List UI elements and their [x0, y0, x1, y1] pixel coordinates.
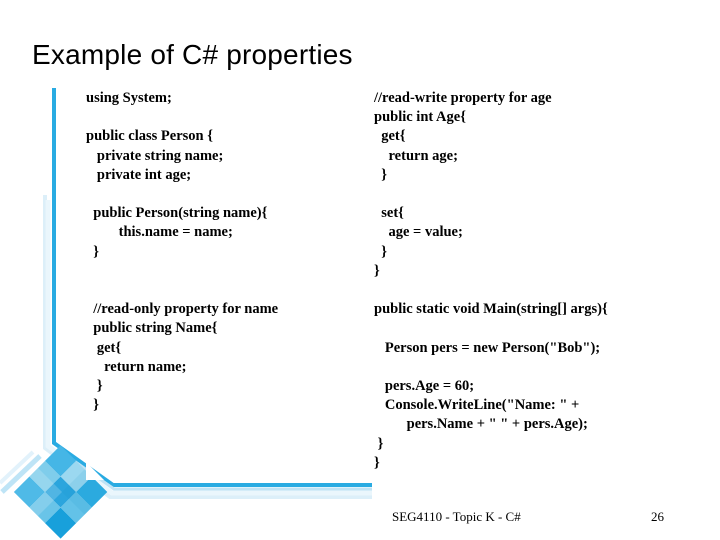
code-left-line: }: [86, 377, 103, 394]
code-right-line: get{: [374, 128, 406, 145]
cyan-diagonal-accent-2: [0, 450, 35, 485]
code-right-line: [374, 281, 694, 300]
code-right-line: }: [374, 243, 387, 260]
code-left-line: public Person(string name){: [86, 205, 268, 222]
code-left-line: }: [86, 243, 99, 260]
code-left-line: using System;: [86, 90, 172, 106]
code-right-line: //read-write property for age: [374, 90, 552, 106]
code-left-line: this.name = name;: [86, 224, 233, 241]
cyan-horizontal-rule: [56, 447, 372, 491]
code-left-line: [86, 262, 356, 281]
code-right-line: [374, 319, 694, 338]
cyan-diagonal-accent-1: [0, 454, 42, 494]
code-right-line: set{: [374, 205, 404, 222]
code-left-line: get{: [86, 339, 122, 356]
page-title: Example of C# properties: [32, 39, 353, 70]
code-right-line: }: [374, 435, 384, 452]
code-right-line: Console.WriteLine("Name: " +: [374, 397, 580, 414]
code-left-line: //read-only property for name: [86, 301, 279, 318]
code-right-line: }: [374, 166, 387, 183]
code-right-line: Person pers = new Person("Bob");: [374, 339, 601, 356]
code-right-line: }: [374, 262, 380, 279]
code-right-line: public static void Main(string[] args){: [374, 301, 608, 318]
emblem-notch: [86, 462, 104, 480]
code-right-line: }: [374, 454, 380, 471]
code-block-left: using System; public class Person { priv…: [86, 89, 356, 415]
footer-course-label: SEG4110 - Topic K - C#: [392, 509, 521, 524]
code-right-line: pers.Age = 60;: [374, 377, 475, 394]
code-left-line: [86, 281, 356, 300]
code-left-line: private string name;: [86, 147, 224, 164]
code-right-line: public int Age{: [374, 109, 466, 126]
code-left-line: public string Name{: [86, 320, 218, 337]
code-left-line: }: [86, 397, 99, 414]
code-right-line: age = value;: [374, 224, 463, 241]
code-left-line: return name;: [86, 358, 187, 375]
code-right-line: [374, 358, 694, 377]
code-left-line: [86, 185, 356, 204]
cyan-diamond-emblem: [13, 445, 108, 539]
code-block-right: //read-write property for age public int …: [374, 89, 694, 473]
code-right-line: pers.Name + " " + pers.Age);: [374, 416, 588, 433]
code-left-line: private int age;: [86, 166, 192, 183]
code-right-line: [374, 185, 694, 204]
slide-canvas: Example of C# properties using System; p…: [0, 0, 720, 540]
code-left-line: [86, 108, 356, 127]
footer-page-number: 26: [651, 509, 664, 524]
code-right-line: return age;: [374, 147, 458, 164]
code-left-line: public class Person {: [86, 128, 213, 145]
